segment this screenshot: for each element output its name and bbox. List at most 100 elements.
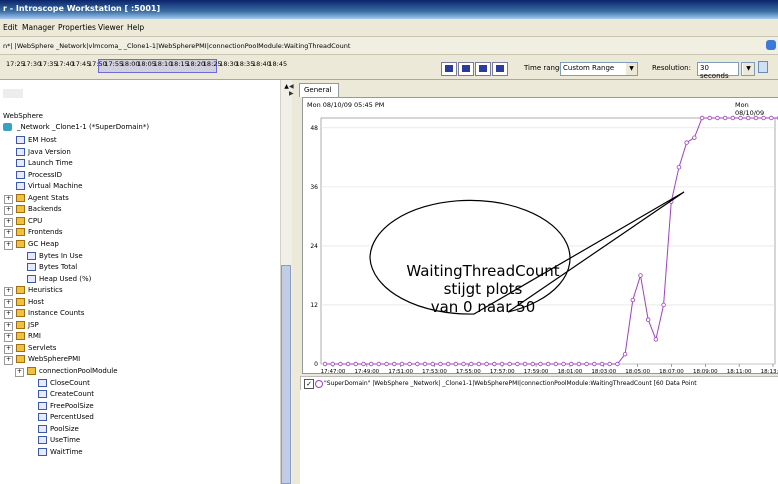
data-point	[722, 115, 728, 121]
data-point	[430, 361, 435, 367]
tree-item-label: Launch Time	[28, 159, 73, 168]
time-range-select[interactable]: Custom Range ▼	[560, 62, 638, 76]
callout-line-2: stijgt plots	[443, 280, 523, 298]
data-point	[730, 115, 736, 121]
menu-help[interactable]: Help	[127, 23, 144, 32]
previous-icon[interactable]	[458, 62, 474, 76]
data-point	[707, 115, 712, 121]
expand-toggle-icon[interactable]: +	[4, 310, 13, 320]
legend-checkbox[interactable]: ✓	[304, 379, 314, 389]
metric-icon	[16, 159, 25, 168]
tree-item-label: WaitTime	[50, 447, 83, 456]
tree-item-label: Backends	[28, 205, 62, 214]
expand-toggle-icon[interactable]: +	[4, 217, 13, 227]
menu-properties[interactable]: Properties	[58, 23, 96, 32]
data-point	[515, 361, 520, 367]
data-point	[676, 164, 682, 170]
data-point	[576, 361, 582, 367]
y-tick-label: 36	[310, 184, 318, 191]
folder-icon	[16, 193, 25, 202]
data-point	[761, 115, 766, 121]
y-tick-label: 0	[314, 361, 318, 368]
data-point	[461, 361, 466, 367]
metric-path-bar: n*| |WebSphere _Network|vlmcoma_ _Clone1…	[0, 37, 778, 55]
go-icon[interactable]	[766, 40, 776, 50]
data-point	[469, 361, 474, 367]
expand-toggle-icon[interactable]: +	[15, 368, 24, 377]
folder-icon	[16, 216, 25, 225]
metric-icon	[38, 436, 47, 445]
data-point	[499, 361, 505, 367]
x-tick-label: 18:11:00	[727, 369, 752, 373]
metric-icon	[38, 401, 47, 410]
expand-toggle-icon[interactable]: +	[4, 194, 13, 204]
tree-item-label: FreePoolSize	[50, 401, 94, 410]
folder-icon	[16, 228, 25, 237]
x-tick-label: 18:13:00	[761, 369, 778, 373]
x-tick-label: 18:07:00	[659, 369, 684, 373]
expand-toggle-icon[interactable]: +	[4, 206, 13, 216]
data-point	[684, 140, 689, 145]
expand-toggle-icon[interactable]: +	[4, 321, 13, 331]
expand-toggle-icon[interactable]: +	[4, 229, 13, 239]
resolution-value: 30 seconds	[700, 64, 729, 80]
menu-edit[interactable]: Edit	[3, 23, 18, 32]
folder-icon	[16, 205, 25, 214]
menu-manager[interactable]: Manager	[22, 23, 55, 32]
tree-item-label: GC Heap	[28, 239, 59, 248]
folder-icon	[16, 332, 25, 341]
data-point	[715, 115, 720, 121]
expand-toggle-icon[interactable]: +	[4, 356, 13, 366]
window-title: r - Introscope Workstation [ :5001]	[3, 4, 161, 13]
metric-icon	[27, 263, 36, 272]
x-tick-label: 18:03:00	[591, 369, 616, 373]
tree-root-label: WebSphere	[3, 112, 43, 120]
next-icon[interactable]	[475, 62, 491, 76]
resolution-input[interactable]: 30 seconds	[697, 62, 739, 80]
metric-icon	[16, 147, 25, 156]
expand-toggle-icon[interactable]: +	[4, 298, 13, 308]
tab-general[interactable]: General	[299, 83, 339, 97]
data-point	[699, 115, 705, 121]
tree-item-label: WebSpherePMI	[28, 355, 81, 364]
legend-area	[300, 390, 778, 484]
data-point	[392, 361, 397, 367]
x-tick-label: 17:59:00	[524, 369, 549, 373]
callout-line-3: van 0 naar 50	[430, 298, 536, 316]
expand-toggle-icon[interactable]: +	[4, 240, 13, 250]
y-tick-label: 48	[310, 125, 318, 132]
data-point	[530, 361, 535, 367]
resolution-label: Resolution:	[652, 64, 691, 72]
data-point	[522, 361, 528, 367]
data-point	[492, 361, 497, 367]
metric-icon	[16, 182, 25, 191]
title-bar: r - Introscope Workstation [ :5001]	[0, 0, 778, 19]
menu-viewer[interactable]: Viewer	[98, 23, 124, 32]
tree-scrollbar-thumb[interactable]	[281, 265, 291, 484]
print-icon[interactable]	[758, 61, 768, 73]
collapse-arrow-icon[interactable]: ◀ ▶	[289, 83, 296, 97]
callout-line-1: WaitingThreadCount	[406, 262, 560, 280]
data-point	[438, 361, 443, 367]
timeline[interactable]: 17:25 17:30 17:35 17:40 17:45 17:50 17:55 18:00…	[6, 58, 287, 73]
metric-icon	[16, 136, 25, 144]
expand-toggle-icon[interactable]: +	[4, 333, 13, 343]
data-point	[607, 361, 612, 367]
last-page-icon[interactable]	[492, 62, 508, 76]
metric-icon	[27, 274, 36, 283]
resolution-dropdown[interactable]: ▼	[741, 62, 755, 76]
expand-toggle-icon[interactable]: +	[4, 344, 13, 354]
data-point	[407, 361, 412, 367]
expand-toggle-icon[interactable]: +	[4, 287, 13, 297]
metric-icon	[16, 170, 25, 179]
tree-item-label: Java Version	[28, 147, 71, 156]
data-point	[376, 361, 382, 367]
tree-item-label: RMI	[28, 332, 41, 341]
metric-path-text: n*| |WebSphere _Network|vlmcoma_ _Clone1…	[3, 42, 351, 50]
first-page-icon[interactable]	[441, 62, 457, 76]
data-point	[453, 361, 459, 367]
tree-item-label: ProcessID	[28, 170, 63, 179]
folder-icon	[16, 239, 25, 248]
data-point	[445, 361, 451, 367]
tree-item-label: CPU	[28, 216, 43, 225]
